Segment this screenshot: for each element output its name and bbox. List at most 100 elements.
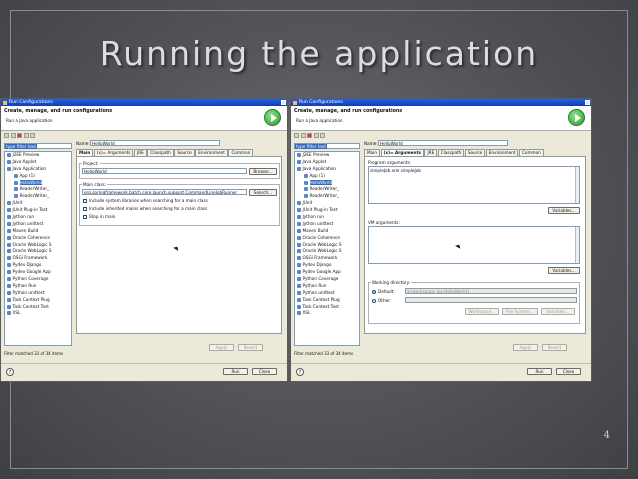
filter-input[interactable]: type filter text bbox=[294, 143, 360, 149]
tree-item[interactable]: Python Coverage bbox=[295, 276, 359, 283]
tree-item[interactable]: Oracle Coherence bbox=[5, 235, 71, 242]
tree-item[interactable]: ReaderWriter_ bbox=[5, 193, 71, 200]
collapse-icon[interactable] bbox=[23, 133, 29, 138]
scrollbar[interactable] bbox=[575, 227, 579, 263]
variables-button-2[interactable]: Variables... bbox=[541, 308, 575, 315]
other-dir-field[interactable] bbox=[405, 297, 577, 303]
run-button[interactable]: Run bbox=[223, 368, 248, 375]
tree-item[interactable]: Task Context Plug bbox=[5, 297, 71, 304]
config-tree[interactable]: J2EE Preview Java Applet Java Application A… bbox=[294, 151, 360, 346]
tree-item[interactable]: Java Application bbox=[295, 166, 359, 173]
tab-3[interactable]: Classpath bbox=[437, 149, 465, 156]
tree-item[interactable]: Task Context Test bbox=[5, 304, 71, 311]
help-icon[interactable]: ? bbox=[6, 368, 14, 376]
include-inherited-mains-checkbox[interactable]: Include inherited mains when searching f… bbox=[83, 206, 207, 211]
main-class-field[interactable]: org.springframework.batch.core.launch.su… bbox=[82, 189, 247, 195]
run-button[interactable]: Run bbox=[527, 368, 552, 375]
tree-item[interactable]: JUnit Plug-in Test bbox=[295, 207, 359, 214]
tree-item[interactable]: Oracle Coherence bbox=[295, 235, 359, 242]
duplicate-icon[interactable] bbox=[300, 133, 306, 138]
collapse-icon[interactable] bbox=[313, 133, 319, 138]
tree-item[interactable]: Python unittest bbox=[295, 290, 359, 297]
tab-5[interactable]: Environment bbox=[485, 149, 519, 156]
tree-item[interactable]: Python Run bbox=[5, 283, 71, 290]
revert-button[interactable]: Revert bbox=[542, 344, 567, 351]
filter-input[interactable]: type filter text bbox=[4, 143, 72, 149]
tab-6[interactable]: Common bbox=[518, 149, 544, 156]
tab-1[interactable]: (x)= Arguments bbox=[93, 149, 134, 156]
tree-item[interactable]: Pydev Django bbox=[5, 262, 71, 269]
close-window-button[interactable] bbox=[281, 100, 286, 105]
tree-item[interactable]: HelloWorld bbox=[5, 179, 71, 187]
close-button[interactable]: Close bbox=[252, 368, 277, 375]
delete-icon[interactable] bbox=[307, 133, 312, 138]
help-icon[interactable]: ? bbox=[296, 368, 304, 376]
revert-button[interactable]: Revert bbox=[238, 344, 263, 351]
tree-item[interactable]: XSL bbox=[5, 310, 71, 317]
close-window-button[interactable] bbox=[585, 100, 590, 105]
filter-icon[interactable] bbox=[30, 133, 35, 138]
tree-item[interactable]: Maven Build bbox=[295, 228, 359, 235]
tree-item[interactable]: ReaderWriter_ bbox=[295, 186, 359, 193]
apply-button[interactable]: Apply bbox=[513, 344, 538, 351]
tree-item[interactable]: Task Context Plug bbox=[295, 297, 359, 304]
tab-4[interactable]: Source bbox=[464, 149, 486, 156]
other-radio[interactable]: Other: bbox=[372, 298, 391, 303]
program-args-textarea[interactable]: simpleJob.xml simpleJob bbox=[368, 166, 580, 204]
new-config-icon[interactable] bbox=[4, 133, 9, 138]
tree-item[interactable]: ReaderWriter_ bbox=[295, 193, 359, 200]
default-dir-field[interactable]: ${workspace_loc:HelloWorld} bbox=[405, 288, 577, 294]
vm-args-textarea[interactable] bbox=[368, 226, 580, 264]
tree-item[interactable]: Jython run bbox=[5, 214, 71, 221]
variables-button[interactable]: Variables... bbox=[548, 207, 580, 214]
filter-icon[interactable] bbox=[320, 133, 325, 138]
stop-in-main-checkbox[interactable]: Stop in main bbox=[83, 214, 115, 219]
tree-item[interactable]: Oracle WebLogic S bbox=[5, 242, 71, 249]
tab-1[interactable]: (x)= Arguments bbox=[380, 149, 424, 156]
tree-item[interactable]: Maven Build bbox=[5, 228, 71, 235]
tree-item[interactable]: J2EE Preview bbox=[295, 152, 359, 159]
tree-item[interactable]: Pydev Google App bbox=[5, 269, 71, 276]
tab-2[interactable]: JRE bbox=[424, 149, 438, 156]
tree-item[interactable]: Pydev Django bbox=[295, 262, 359, 269]
tree-item[interactable]: Jython run bbox=[295, 214, 359, 221]
tree-item[interactable]: Java Applet bbox=[295, 159, 359, 166]
tab-2[interactable]: JRE bbox=[133, 149, 147, 156]
tree-item[interactable]: Oracle WebLogic S bbox=[295, 248, 359, 255]
file-system-button[interactable]: File System... bbox=[502, 308, 538, 315]
tree-item[interactable]: ReaderWriter_ bbox=[5, 186, 71, 193]
tree-item[interactable]: XSL bbox=[295, 310, 359, 317]
scrollbar[interactable] bbox=[575, 167, 579, 203]
tree-item[interactable]: App (1) bbox=[295, 173, 359, 180]
delete-icon[interactable] bbox=[17, 133, 22, 138]
tree-item[interactable]: Python unittest bbox=[5, 290, 71, 297]
tree-item[interactable]: Oracle WebLogic S bbox=[295, 242, 359, 249]
close-button[interactable]: Close bbox=[556, 368, 581, 375]
tab-0[interactable]: Main bbox=[364, 149, 380, 156]
tree-item[interactable]: JUnit bbox=[5, 200, 71, 207]
browse-button[interactable]: Browse... bbox=[249, 167, 277, 175]
tree-item[interactable]: OSGi Framework bbox=[5, 255, 71, 262]
tab-4[interactable]: Source bbox=[174, 149, 195, 156]
tab-5[interactable]: Environment bbox=[195, 149, 228, 156]
search-button[interactable]: Search... bbox=[249, 188, 277, 196]
config-tree[interactable]: J2EE Preview Java Applet Java Application A… bbox=[4, 151, 72, 346]
tree-item[interactable]: Oracle WebLogic S bbox=[5, 248, 71, 255]
tree-item[interactable]: HelloWorld bbox=[295, 179, 359, 187]
tree-item[interactable]: Pydev Google App bbox=[295, 269, 359, 276]
project-field[interactable]: HelloWorld bbox=[82, 168, 247, 174]
default-radio[interactable]: Default: bbox=[372, 289, 395, 294]
apply-button[interactable]: Apply bbox=[209, 344, 234, 351]
tree-item[interactable]: JUnit bbox=[295, 200, 359, 207]
tree-item[interactable]: Jython unittest bbox=[295, 221, 359, 228]
tree-item[interactable]: Jython unittest bbox=[5, 221, 71, 228]
duplicate-icon[interactable] bbox=[10, 133, 16, 138]
name-field[interactable]: HelloWorld bbox=[378, 140, 508, 146]
workspace-button[interactable]: Workspace... bbox=[465, 308, 499, 315]
tab-3[interactable]: Classpath bbox=[147, 149, 174, 156]
new-config-icon[interactable] bbox=[294, 133, 299, 138]
tree-item[interactable]: Java Applet bbox=[5, 159, 71, 166]
tree-item[interactable]: Python Coverage bbox=[5, 276, 71, 283]
tree-item[interactable]: OSGi Framework bbox=[295, 255, 359, 262]
tree-item[interactable]: Java Application bbox=[5, 166, 71, 173]
